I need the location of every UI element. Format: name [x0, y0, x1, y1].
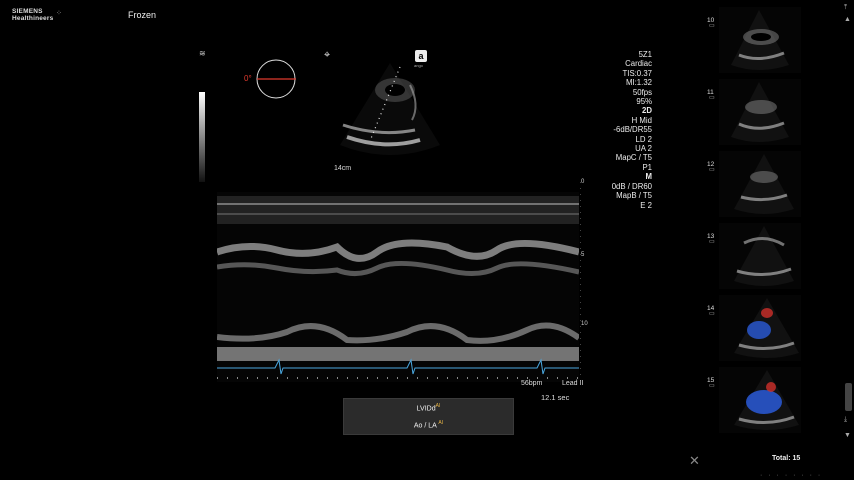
menu-item-label: LVIDd	[416, 405, 436, 413]
menu-item-ao-la[interactable]: Ao / LA AI	[344, 420, 513, 429]
param-probe: 5Z1	[638, 50, 652, 59]
imaging-parameters: 5Z1 Cardiac TIS:0.37 MI:1.32 50fps 95% 2…	[594, 50, 652, 210]
grayscale-bar	[199, 92, 205, 182]
orientation-icon: ≋	[199, 49, 206, 58]
menu-item-lvidd[interactable]: LVIDdAI	[344, 403, 513, 412]
param-m-3: E 2	[640, 200, 652, 210]
clip-icon: ▭	[709, 383, 715, 389]
scale-label-top: 0	[581, 179, 585, 185]
param-2d-6: P1	[642, 162, 652, 172]
param-m-2: MapB / T5	[616, 191, 652, 201]
clip-icon: ▭	[709, 311, 715, 317]
scale-label-mid: 5	[581, 252, 585, 258]
probe-badge-sub: ango	[414, 63, 423, 68]
param-2d-4: UA 2	[635, 144, 652, 154]
m-mode-trace	[217, 192, 579, 382]
param-power: 95%	[636, 97, 652, 107]
param-tis: TIS:0.37	[622, 68, 652, 78]
ecg-lead: Lead II	[562, 380, 584, 387]
scroll-down-icon[interactable]: ▼	[844, 432, 851, 439]
logo-line2: Healthineers	[12, 15, 54, 22]
clip-icon: ▭	[709, 239, 715, 245]
scroll-bottom-icon[interactable]: ⤓	[844, 416, 847, 424]
param-mi: MI:1.32	[625, 78, 652, 88]
heart-rate: 56bpm	[521, 380, 543, 387]
crosshair-icon[interactable]: ⌖	[324, 49, 330, 62]
clip-icon: ▭	[709, 23, 715, 29]
logo-line1: SIEMENS	[12, 8, 43, 15]
thumbnail-11[interactable]	[719, 79, 801, 145]
total-count: Total: 15	[772, 455, 801, 462]
ai-tag: AI	[435, 403, 441, 409]
thumbnail-10[interactable]	[719, 7, 801, 73]
sweep-duration: 12.1 sec	[541, 393, 570, 402]
menu-item-label: Ao / LA	[413, 422, 437, 430]
page-indicator: · · · · · · · ·	[760, 472, 823, 479]
scale-label-bottom: 10	[581, 321, 588, 327]
param-2d-2: -6dB/DR55	[613, 125, 652, 135]
probe-badge-icon: a	[415, 50, 427, 62]
param-m-1: 0dB / DR60	[611, 181, 652, 191]
clip-icon: ▭	[709, 95, 715, 101]
param-fps: 50fps	[632, 87, 652, 97]
param-2d-3: LD 2	[635, 134, 652, 144]
depth-label: 14cm	[334, 165, 352, 172]
scroll-top-icon[interactable]: ⤒	[844, 4, 847, 12]
depth-scale	[579, 182, 588, 382]
thumbnail-12[interactable]	[719, 151, 801, 217]
measurement-menu: LVIDdAI Ao / LA AI	[343, 398, 514, 435]
param-preset: Cardiac	[625, 59, 652, 69]
thumbnail-15[interactable]	[719, 367, 801, 433]
siemens-healthineers-logo: SIEMENS Healthineers	[12, 8, 53, 22]
status-label: Frozen	[128, 10, 157, 20]
scroll-up-icon[interactable]: ▲	[844, 16, 851, 23]
ai-tag: AI	[438, 420, 444, 426]
param-2d-1: H Mid	[631, 115, 652, 125]
ecg-trace	[217, 358, 579, 375]
param-mode-2d: 2D	[642, 106, 652, 116]
thumbnail-13[interactable]	[719, 223, 801, 289]
clip-icon: ▭	[709, 167, 715, 173]
param-2d-5: MapC / T5	[615, 153, 652, 163]
close-icon[interactable]: ✕	[689, 453, 700, 469]
thumbnail-14[interactable]	[719, 295, 801, 361]
sidebar-scrollbar-thumb[interactable]	[845, 383, 852, 411]
angle-label: 0°	[244, 74, 252, 83]
param-mode-m: M	[645, 172, 653, 182]
logo-dots-icon: ⁘	[56, 10, 62, 17]
